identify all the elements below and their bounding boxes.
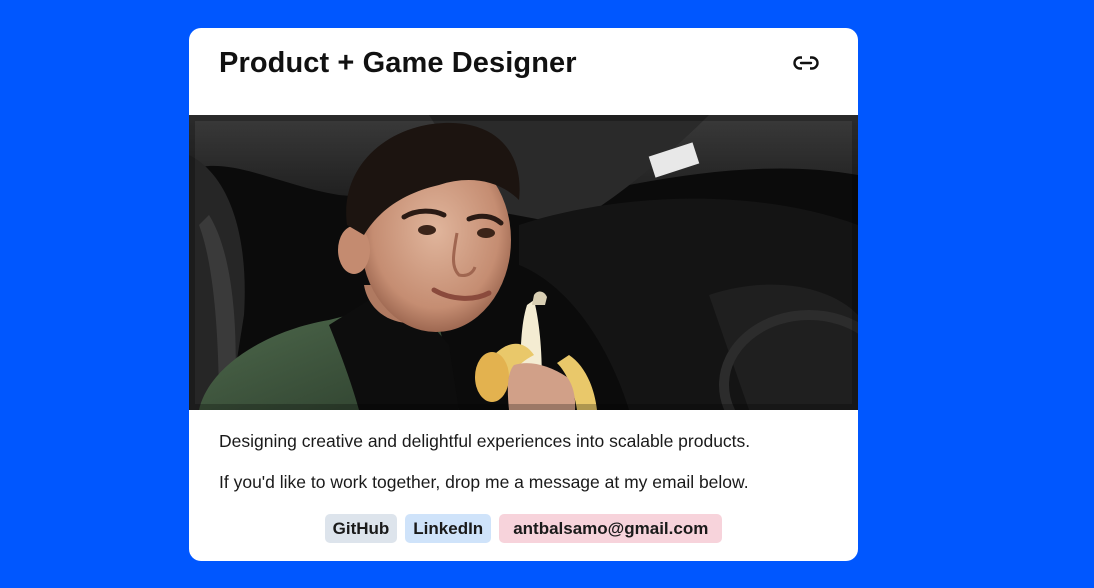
profile-card: Product + Game Designer Designing creati… bbox=[189, 28, 858, 561]
description-line-1: Designing creative and delightful experi… bbox=[219, 431, 751, 451]
copy-link-button[interactable] bbox=[790, 49, 822, 77]
linkedin-link[interactable]: LinkedIn bbox=[405, 514, 492, 543]
card-header: Product + Game Designer bbox=[189, 28, 858, 115]
page-title: Product + Game Designer bbox=[219, 47, 577, 79]
email-link[interactable]: antbalsamo@gmail.com bbox=[499, 514, 723, 543]
contact-links: GitHub LinkedIn antbalsamo@gmail.com bbox=[189, 514, 858, 543]
profile-photo bbox=[189, 115, 858, 410]
github-link[interactable]: GitHub bbox=[324, 514, 398, 543]
description-line-2: If you'd like to work together, drop me … bbox=[219, 472, 749, 492]
link-icon bbox=[793, 56, 819, 70]
